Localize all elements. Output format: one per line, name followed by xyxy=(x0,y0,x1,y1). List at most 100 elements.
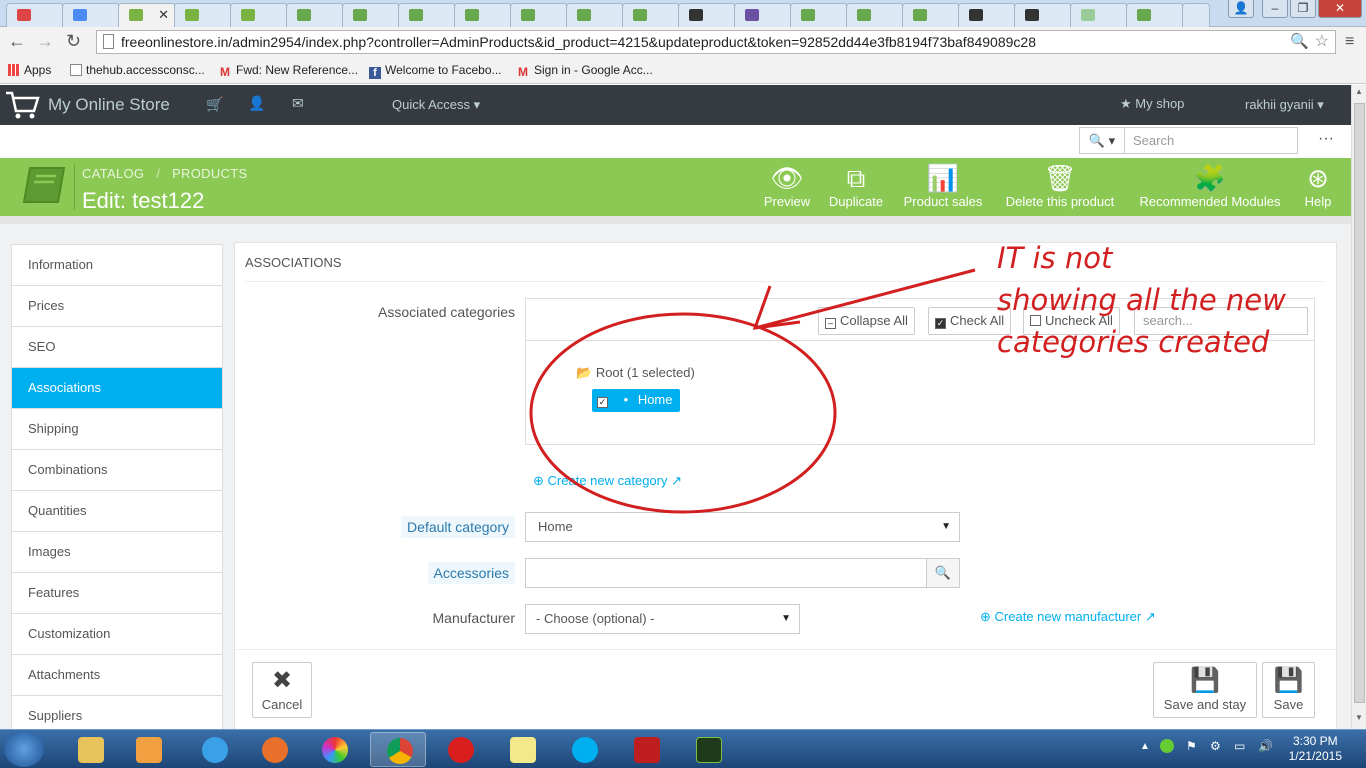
browser-tab[interactable] xyxy=(622,3,680,27)
sidebar-item-attachments[interactable]: Attachments xyxy=(12,655,222,696)
tray-app-icon[interactable] xyxy=(1160,739,1174,753)
taskbar-skype[interactable] xyxy=(556,732,612,767)
browser-tab[interactable] xyxy=(6,3,64,27)
sidebar-item-combinations[interactable]: Combinations xyxy=(12,450,222,491)
taskbar-filezilla[interactable] xyxy=(618,732,674,767)
accessories-search-button[interactable]: 🔍 xyxy=(926,558,960,588)
browser-tab[interactable] xyxy=(902,3,960,27)
maximize-button[interactable]: ❐ xyxy=(1290,0,1316,18)
taskbar-sticky-notes[interactable] xyxy=(494,732,550,767)
sidebar-item-features[interactable]: Features xyxy=(12,573,222,614)
create-category-link[interactable]: ⊕ Create new category ↗ xyxy=(533,473,682,489)
sidebar-item-prices[interactable]: Prices xyxy=(12,286,222,327)
customers-user-icon[interactable]: 👤 xyxy=(248,95,265,112)
browser-tab[interactable] xyxy=(846,3,904,27)
browser-tab[interactable] xyxy=(958,3,1016,27)
taskbar-explorer[interactable] xyxy=(62,732,118,767)
browser-tab[interactable] xyxy=(454,3,512,27)
browser-tab[interactable] xyxy=(1014,3,1072,27)
breadcrumb-catalog[interactable]: CATALOG xyxy=(82,166,144,181)
tray-flag-icon[interactable]: ⚑ xyxy=(1186,739,1197,753)
tree-node-home[interactable]: ✓ • Home xyxy=(592,389,680,412)
taskbar-chrome[interactable] xyxy=(370,732,426,767)
sidebar-item-shipping[interactable]: Shipping xyxy=(12,409,222,450)
bookmark-item[interactable]: f Welcome to Facebo... xyxy=(369,63,502,79)
browser-tab[interactable] xyxy=(342,3,400,27)
reload-icon[interactable]: ↻ xyxy=(66,31,81,52)
sidebar-item-quantities[interactable]: Quantities xyxy=(12,491,222,532)
browser-tab[interactable] xyxy=(510,3,568,27)
menu-icon[interactable]: ≡ xyxy=(1345,33,1354,51)
sidebar-item-associations[interactable]: Associations xyxy=(12,368,222,409)
checked-square-icon[interactable]: ✓ xyxy=(597,397,608,408)
sidebar-item-images[interactable]: Images xyxy=(12,532,222,573)
collapse-all-button[interactable]: – Collapse All xyxy=(818,307,915,335)
save-and-stay-button[interactable]: 💾 Save and stay xyxy=(1153,662,1257,718)
browser-tab[interactable] xyxy=(734,3,792,27)
profile-icon[interactable]: 👤 xyxy=(1228,0,1254,18)
tray-settings-icon[interactable]: ⚙ xyxy=(1210,739,1221,753)
close-tab-icon[interactable]: ✕ xyxy=(158,7,169,23)
create-manufacturer-link[interactable]: ⊕ Create new manufacturer ↗ xyxy=(980,609,1156,625)
new-tab-button[interactable] xyxy=(1182,3,1210,27)
duplicate-button[interactable]: ⧉ Duplicate xyxy=(826,162,886,209)
messages-envelope-icon[interactable]: ✉ xyxy=(292,95,304,112)
taskbar-picasa[interactable] xyxy=(306,732,362,767)
help-button[interactable]: ⊛ Help xyxy=(1300,162,1336,209)
product-sales-button[interactable]: 📊 Product sales xyxy=(901,162,985,209)
browser-tab[interactable] xyxy=(566,3,624,27)
browser-tab[interactable] xyxy=(790,3,848,27)
sidebar-item-seo[interactable]: SEO xyxy=(12,327,222,368)
orders-cart-icon[interactable]: 🛒 xyxy=(206,96,223,113)
tray-expand-icon[interactable]: ▲ xyxy=(1140,741,1150,752)
preview-button[interactable]: 👁 Preview xyxy=(763,162,811,209)
url-input[interactable]: freeonlinestore.in/admin2954/index.php?c… xyxy=(96,30,1336,54)
taskbar-dreamweaver[interactable] xyxy=(680,732,736,767)
taskbar-ie[interactable] xyxy=(186,732,242,767)
user-menu[interactable]: rakhii gyanii ▾ xyxy=(1245,97,1324,113)
tray-volume-icon[interactable]: 🔊 xyxy=(1258,739,1273,753)
zoom-icon[interactable]: 🔍 xyxy=(1290,31,1309,53)
bookmark-item[interactable]: M Sign in - Google Acc... xyxy=(518,63,653,78)
manufacturer-select[interactable]: - Choose (optional) - ▼ xyxy=(525,604,800,634)
back-icon[interactable]: ← xyxy=(8,31,26,52)
quick-access-menu[interactable]: Quick Access ▾ xyxy=(392,97,480,113)
browser-tab[interactable] xyxy=(174,3,232,27)
default-category-select[interactable]: Home ▼ xyxy=(525,512,960,542)
taskbar-opera[interactable] xyxy=(432,732,488,767)
store-name[interactable]: My Online Store xyxy=(48,95,170,115)
scroll-down-icon[interactable]: ▼ xyxy=(1355,713,1363,722)
browser-tab[interactable] xyxy=(1126,3,1184,27)
start-button[interactable] xyxy=(4,731,44,767)
browser-tab[interactable] xyxy=(398,3,456,27)
bookmark-item[interactable]: thehub.accessconsc... xyxy=(70,63,205,77)
save-button[interactable]: 💾 Save xyxy=(1262,662,1315,718)
taskbar-media-player[interactable] xyxy=(120,732,176,767)
scroll-up-icon[interactable]: ▲ xyxy=(1355,87,1363,96)
browser-tab[interactable] xyxy=(678,3,736,27)
minimize-button[interactable]: – xyxy=(1262,0,1288,18)
bookmark-item[interactable]: M Fwd: New Reference... xyxy=(220,63,358,78)
my-shop-link[interactable]: ★ My shop xyxy=(1120,96,1184,112)
browser-tab-active[interactable]: ✕ xyxy=(118,3,176,28)
browser-tab[interactable] xyxy=(62,3,120,27)
sidebar-item-customization[interactable]: Customization xyxy=(12,614,222,655)
taskbar-firefox[interactable] xyxy=(246,732,302,767)
page-scrollbar[interactable]: ▲ ▼ xyxy=(1351,85,1366,729)
star-icon[interactable]: ☆ xyxy=(1315,31,1329,53)
sidebar-item-information[interactable]: Information xyxy=(12,245,222,286)
forward-icon[interactable]: → xyxy=(36,31,54,52)
cancel-button[interactable]: ✖ Cancel xyxy=(252,662,312,718)
tray-network-icon[interactable]: ▭ xyxy=(1234,739,1245,753)
delete-product-button[interactable]: 🗑 Delete this product xyxy=(1000,162,1120,209)
admin-search-input[interactable]: Search xyxy=(1124,127,1298,154)
taskbar-clock[interactable]: 3:30 PM 1/21/2015 xyxy=(1289,734,1342,764)
breadcrumb-products[interactable]: PRODUCTS xyxy=(172,166,247,181)
bookmark-apps[interactable]: Apps xyxy=(8,63,51,77)
scrollbar-thumb[interactable] xyxy=(1354,103,1365,703)
accessories-input[interactable] xyxy=(525,558,927,588)
browser-tab[interactable] xyxy=(286,3,344,27)
browser-tab[interactable] xyxy=(1070,3,1128,27)
close-window-button[interactable]: ✕ xyxy=(1318,0,1362,18)
more-options-icon[interactable]: ··· xyxy=(1318,130,1334,148)
